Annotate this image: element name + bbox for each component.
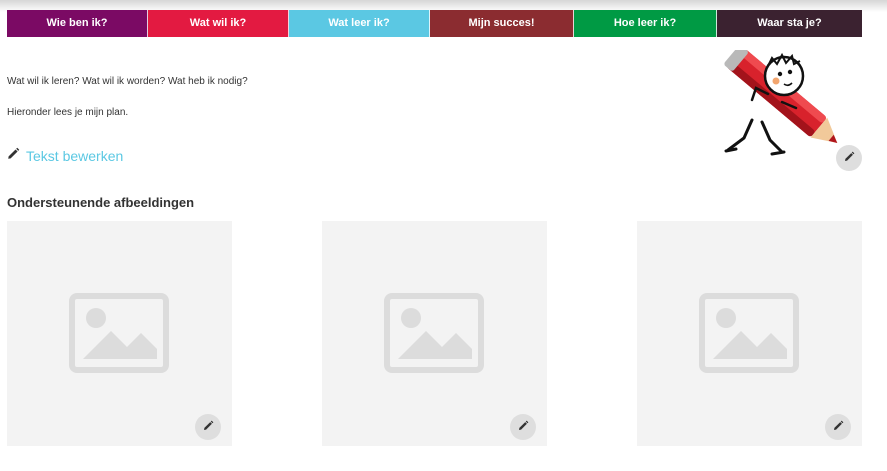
pencil-icon <box>844 149 855 167</box>
tab-hoe-leer-ik[interactable]: Hoe leer ik? <box>574 10 717 37</box>
edit-image-button[interactable] <box>195 414 221 440</box>
tab-wat-wil-ik[interactable]: Wat wil ik? <box>148 10 289 37</box>
tab-waar-sta-je[interactable]: Waar sta je? <box>717 10 862 37</box>
pencil-icon <box>518 418 529 436</box>
image-slot[interactable] <box>322 221 547 446</box>
tab-mijn-succes[interactable]: Mijn succes! <box>430 10 574 37</box>
image-slot[interactable] <box>637 221 862 446</box>
pencil-icon <box>833 418 844 436</box>
edit-text-link[interactable]: Tekst bewerken <box>7 147 123 165</box>
supporting-images-heading: Ondersteunende afbeeldingen <box>7 195 195 210</box>
pencil-icon <box>7 147 20 165</box>
edit-text-label: Tekst bewerken <box>26 148 124 164</box>
pencil-character-illustration <box>722 45 852 158</box>
tab-bar: Wie ben ik? Wat wil ik? Wat leer ik? Mij… <box>7 10 862 37</box>
image-placeholder-icon <box>69 293 169 378</box>
tab-wie-ben-ik[interactable]: Wie ben ik? <box>7 10 148 37</box>
image-slot[interactable] <box>7 221 232 446</box>
edit-image-button[interactable] <box>510 414 536 440</box>
pencil-icon <box>203 418 214 436</box>
intro-questions-text: Wat wil ik leren? Wat wil ik worden? Wat… <box>7 76 248 87</box>
tab-wat-leer-ik[interactable]: Wat leer ik? <box>289 10 430 37</box>
intro-plan-text: Hieronder lees je mijn plan. <box>7 107 129 118</box>
edit-image-button[interactable] <box>836 145 862 171</box>
image-placeholder-icon <box>699 293 799 378</box>
image-placeholder-icon <box>384 293 484 378</box>
edit-image-button[interactable] <box>825 414 851 440</box>
